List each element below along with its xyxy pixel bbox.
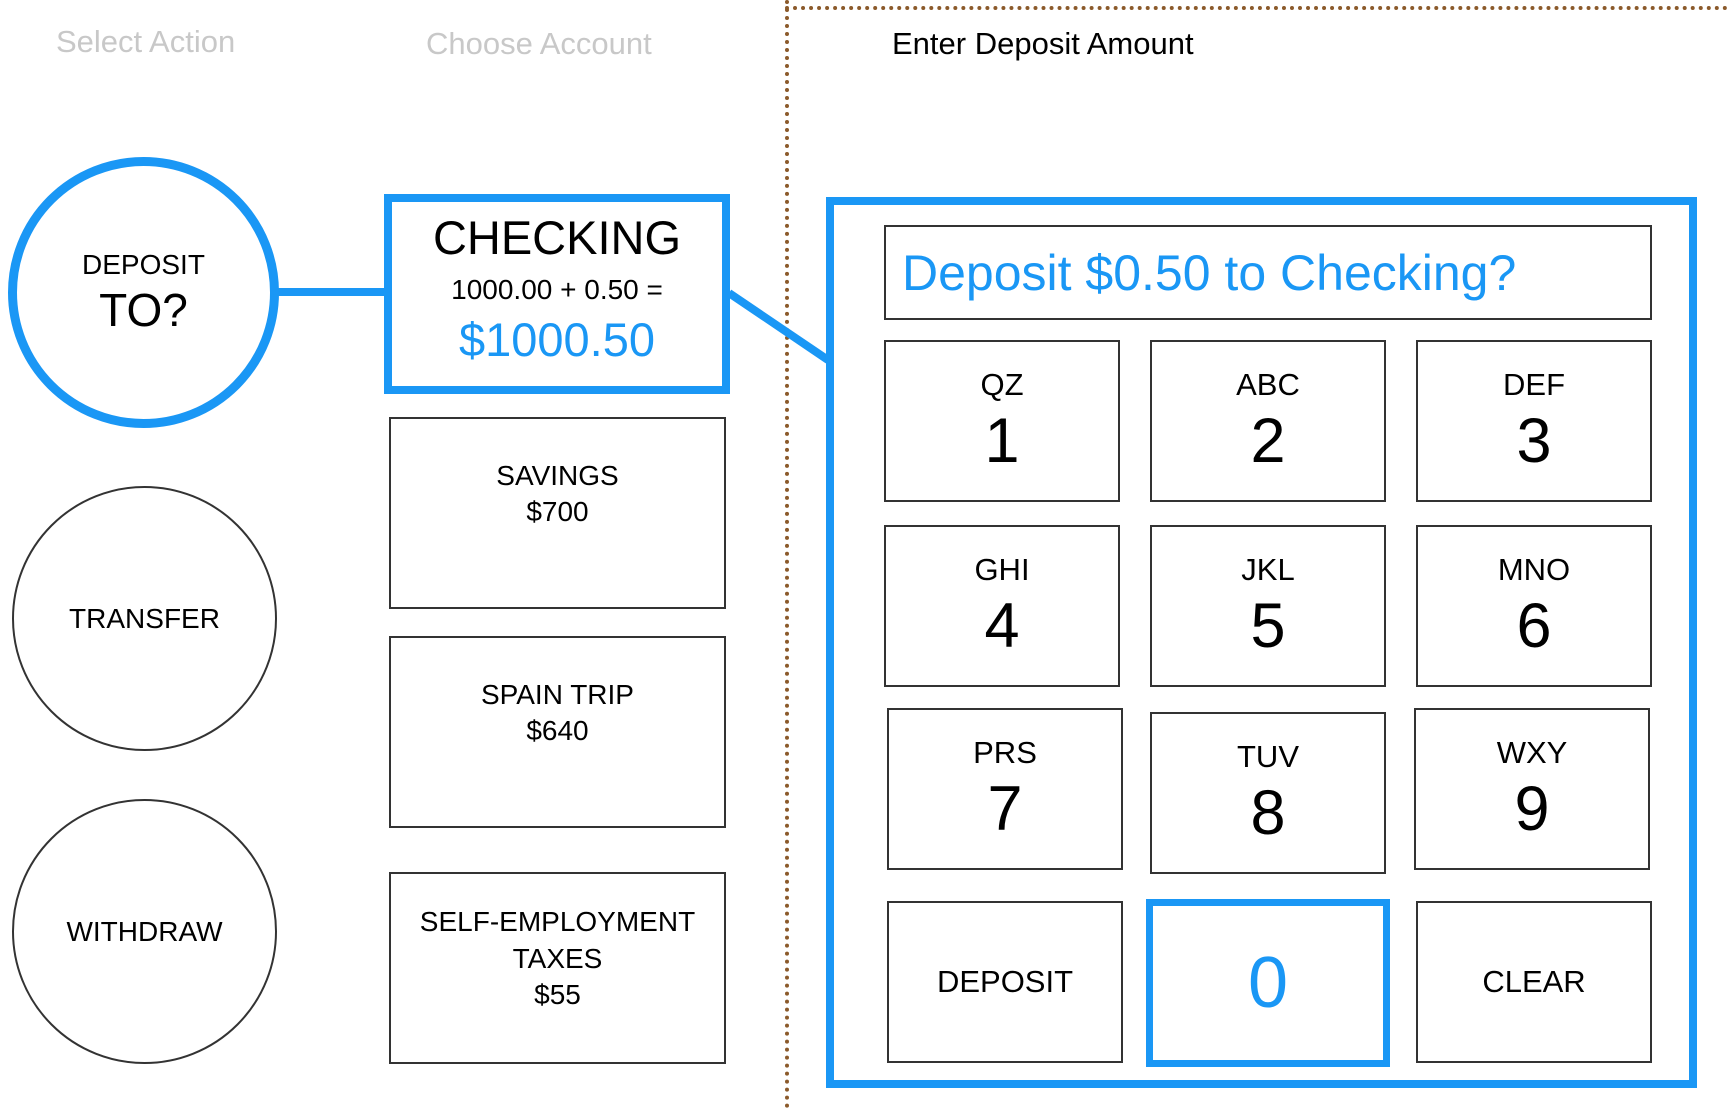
self-employment-account-card[interactable]: SELF-EMPLOYMENT TAXES $55 (389, 872, 726, 1064)
deposit-submit-button[interactable]: DEPOSIT (887, 901, 1123, 1063)
clear-label: CLEAR (1482, 964, 1586, 999)
checking-account-name: CHECKING (432, 211, 682, 264)
key-7-digit: 7 (987, 774, 1023, 844)
key-1-digit: 1 (984, 406, 1020, 476)
spain-trip-account-balance: $640 (526, 715, 589, 746)
account-keypad-connector (726, 289, 831, 364)
checking-new-balance: $1000.50 (458, 312, 656, 366)
clear-button[interactable]: CLEAR (1416, 901, 1652, 1063)
key-5-digit: 5 (1250, 591, 1286, 661)
keypad-panel: Deposit $0.50 to Checking? QZ 1 ABC 2 DE… (826, 197, 1697, 1088)
deposit-submit-label: DEPOSIT (936, 964, 1074, 999)
withdraw-action-label: WITHDRAW (66, 915, 223, 947)
key-4-letters: GHI (974, 552, 1030, 587)
checking-calculation: 1000.00 + 0.50 = (451, 273, 663, 305)
key-8-letters: TUV (1237, 739, 1299, 774)
spain-trip-account-name: SPAIN TRIP (480, 678, 634, 710)
key-6-digit: 6 (1516, 591, 1552, 661)
key-2-digit: 2 (1250, 406, 1286, 476)
self-employment-account-name-line2: TAXES (512, 942, 603, 974)
deposit-action-button[interactable]: DEPOSIT TO? (8, 157, 279, 428)
spain-trip-account-card[interactable]: SPAIN TRIP $640 (389, 636, 726, 828)
key-9[interactable]: WXY 9 (1414, 708, 1650, 870)
key-8-digit: 8 (1250, 778, 1286, 848)
self-employment-account-balance: $55 (534, 979, 581, 1011)
key-0-digit: 0 (1247, 943, 1289, 1023)
key-2[interactable]: ABC 2 (1150, 340, 1386, 502)
key-9-letters: WXY (1496, 735, 1568, 770)
key-7-letters: PRS (973, 735, 1037, 770)
deposit-action-label: DEPOSIT (82, 248, 205, 280)
key-3[interactable]: DEF 3 (1416, 340, 1652, 502)
key-4-digit: 4 (984, 591, 1020, 661)
key-9-digit: 9 (1514, 774, 1550, 844)
key-7[interactable]: PRS 7 (887, 708, 1123, 870)
key-4[interactable]: GHI 4 (884, 525, 1120, 687)
amount-confirmation-display: Deposit $0.50 to Checking? (884, 225, 1652, 320)
withdraw-action-button[interactable]: WITHDRAW (12, 799, 277, 1064)
self-employment-account-name: SELF-EMPLOYMENT (419, 906, 696, 938)
savings-account-balance: $700 (526, 496, 589, 527)
key-1[interactable]: QZ 1 (884, 340, 1120, 502)
key-1-letters: QZ (980, 367, 1024, 402)
key-6-letters: MNO (1497, 552, 1571, 587)
key-8[interactable]: TUV 8 (1150, 712, 1386, 874)
savings-account-card[interactable]: SAVINGS $700 (389, 417, 726, 609)
deposit-action-sublabel: TO? (99, 283, 188, 336)
checking-account-card[interactable]: CHECKING 1000.00 + 0.50 = $1000.50 (384, 194, 730, 394)
key-3-digit: 3 (1516, 406, 1552, 476)
key-5[interactable]: JKL 5 (1150, 525, 1386, 687)
savings-account-name: SAVINGS (496, 459, 619, 491)
key-0[interactable]: 0 (1146, 899, 1390, 1067)
key-5-letters: JKL (1241, 552, 1295, 587)
transfer-action-button[interactable]: TRANSFER (12, 486, 277, 751)
key-6[interactable]: MNO 6 (1416, 525, 1652, 687)
key-2-letters: ABC (1236, 367, 1300, 402)
transfer-action-label: TRANSFER (69, 602, 220, 634)
key-3-letters: DEF (1503, 367, 1565, 402)
